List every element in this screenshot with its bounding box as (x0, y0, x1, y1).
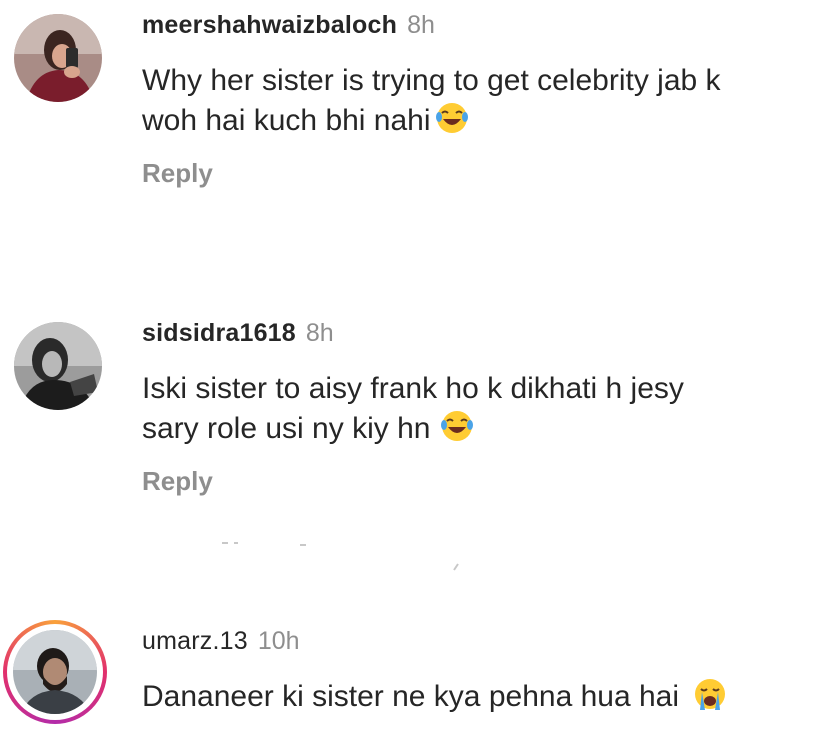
comment-line-with-emoji: Dananeer ki sister ne kya pehna hua hai (142, 677, 727, 722)
laughing-tears-icon (440, 409, 474, 454)
comment-line-with-emoji: woh hai kuch bhi nahi (142, 101, 721, 146)
timestamp: 10h (257, 627, 300, 655)
laughing-tears-icon (435, 101, 469, 146)
comment-meta: umarz.13 10h (142, 626, 300, 656)
comment-line-with-emoji: sary role usi ny kiy hn (142, 409, 684, 454)
comment-meta: sidsidra1618 8h (142, 318, 334, 348)
avatar[interactable] (14, 14, 102, 102)
username[interactable]: umarz.13 (142, 627, 248, 655)
view-replies-row[interactable] (142, 528, 462, 585)
comment-line: woh hai kuch bhi nahi (142, 104, 431, 137)
avatar[interactable] (13, 630, 97, 714)
timestamp: 8h (407, 11, 435, 39)
comment-meta: meershahwaizbaloch 8h (142, 10, 435, 40)
comment-text: Iski sister to aisy frank ho k dikhati h… (142, 369, 684, 454)
username[interactable]: sidsidra1618 (142, 319, 296, 347)
comment-text: Why her sister is trying to get celebrit… (142, 61, 721, 146)
view-replies-faint-marks (222, 542, 459, 571)
username[interactable]: meershahwaizbaloch (142, 11, 397, 39)
comment-text: Dananeer ki sister ne kya pehna hua hai (142, 677, 727, 722)
story-ring[interactable] (3, 620, 107, 724)
crying-face-icon (693, 677, 727, 722)
timestamp: 8h (305, 319, 334, 347)
reply-button[interactable]: Reply (142, 158, 213, 188)
comment-line: Dananeer ki sister ne kya pehna hua hai (142, 680, 680, 713)
avatar[interactable] (14, 322, 102, 410)
comment-line: Why her sister is trying to get celebrit… (142, 64, 721, 97)
comment-line: Iski sister to aisy frank ho k dikhati h… (142, 372, 684, 405)
comment-line: sary role usi ny kiy hn (142, 412, 431, 445)
reply-button[interactable]: Reply (142, 466, 213, 496)
